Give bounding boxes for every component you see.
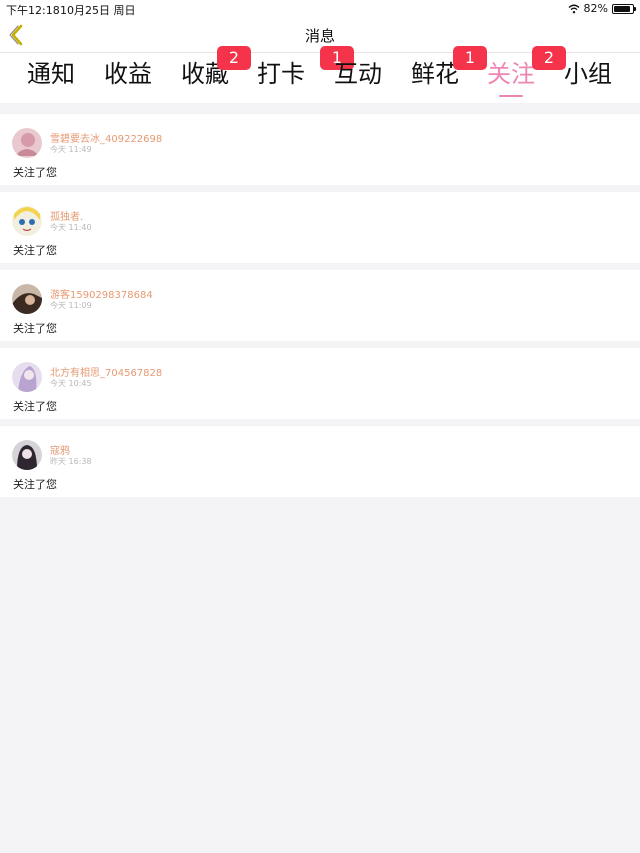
list-item[interactable]: 寇鸦 昨天 16:38 关注了您 [0, 426, 640, 497]
timestamp: 今天 11:49 [50, 145, 92, 154]
username[interactable]: 雪碧要去冰_409222698 [50, 130, 162, 145]
tab-flowers[interactable]: 鲜花 1 [400, 46, 487, 99]
status-right: 82% [568, 2, 636, 15]
username[interactable]: 孤独者. [50, 208, 83, 223]
list-item[interactable]: 游客1590298378684 今天 11:09 关注了您 [0, 270, 640, 341]
list-item[interactable]: 孤独者. 今天 11:40 关注了您 [0, 192, 640, 263]
avatar[interactable] [12, 440, 42, 470]
tab-label: 打卡 [257, 60, 305, 88]
avatar[interactable] [12, 128, 42, 158]
status-bar: 下午12:18 10月25日 周日 82% [0, 0, 640, 18]
active-tab-indicator [499, 95, 523, 97]
message-text: 关注了您 [13, 244, 57, 257]
username[interactable]: 北方有相思_704567828 [50, 364, 162, 379]
username[interactable]: 寇鸦 [50, 442, 70, 457]
wifi-icon [568, 4, 580, 13]
battery-percent: 82% [583, 2, 608, 15]
timestamp: 昨天 16:38 [50, 457, 92, 466]
timestamp: 今天 11:40 [50, 223, 92, 232]
message-text: 关注了您 [13, 478, 57, 491]
tab-label: 收益 [104, 60, 152, 88]
status-time: 下午12:18 [6, 4, 60, 17]
tab-checkin[interactable]: 打卡 1 [246, 46, 354, 99]
tab-bar: 通知 收益 收藏 2 打卡 1 互动 鲜花 1 关注 2 小组 [0, 46, 640, 103]
message-text: 关注了您 [13, 400, 57, 413]
username[interactable]: 游客1590298378684 [50, 286, 153, 301]
tab-label: 互动 [334, 60, 382, 88]
list-item[interactable]: 北方有相思_704567828 今天 10:45 关注了您 [0, 348, 640, 419]
avatar[interactable] [12, 206, 42, 236]
avatar[interactable] [12, 284, 42, 314]
tab-groups[interactable]: 小组 [553, 59, 623, 99]
page-title: 消息 [304, 27, 335, 45]
messages-page: 下午12:18 10月25日 周日 82% 消息 通知 收益 收藏 2 打卡 1… [0, 0, 640, 853]
tab-follow[interactable]: 关注 2 [476, 46, 566, 99]
timestamp: 今天 11:09 [50, 301, 92, 310]
status-date: 10月25日 周日 [60, 4, 136, 17]
avatar[interactable] [12, 362, 42, 392]
tab-favorites[interactable]: 收藏 2 [170, 46, 251, 99]
message-text: 关注了您 [13, 322, 57, 335]
battery-icon [612, 3, 636, 14]
list-item[interactable]: 雪碧要去冰_409222698 今天 11:49 关注了您 [0, 114, 640, 185]
message-text: 关注了您 [13, 166, 57, 179]
tab-label: 通知 [27, 60, 75, 88]
tab-interaction[interactable]: 互动 [323, 59, 393, 99]
tab-earnings[interactable]: 收益 [93, 59, 163, 99]
tab-label: 小组 [564, 60, 612, 88]
tab-notice[interactable]: 通知 [16, 59, 86, 99]
timestamp: 今天 10:45 [50, 379, 92, 388]
